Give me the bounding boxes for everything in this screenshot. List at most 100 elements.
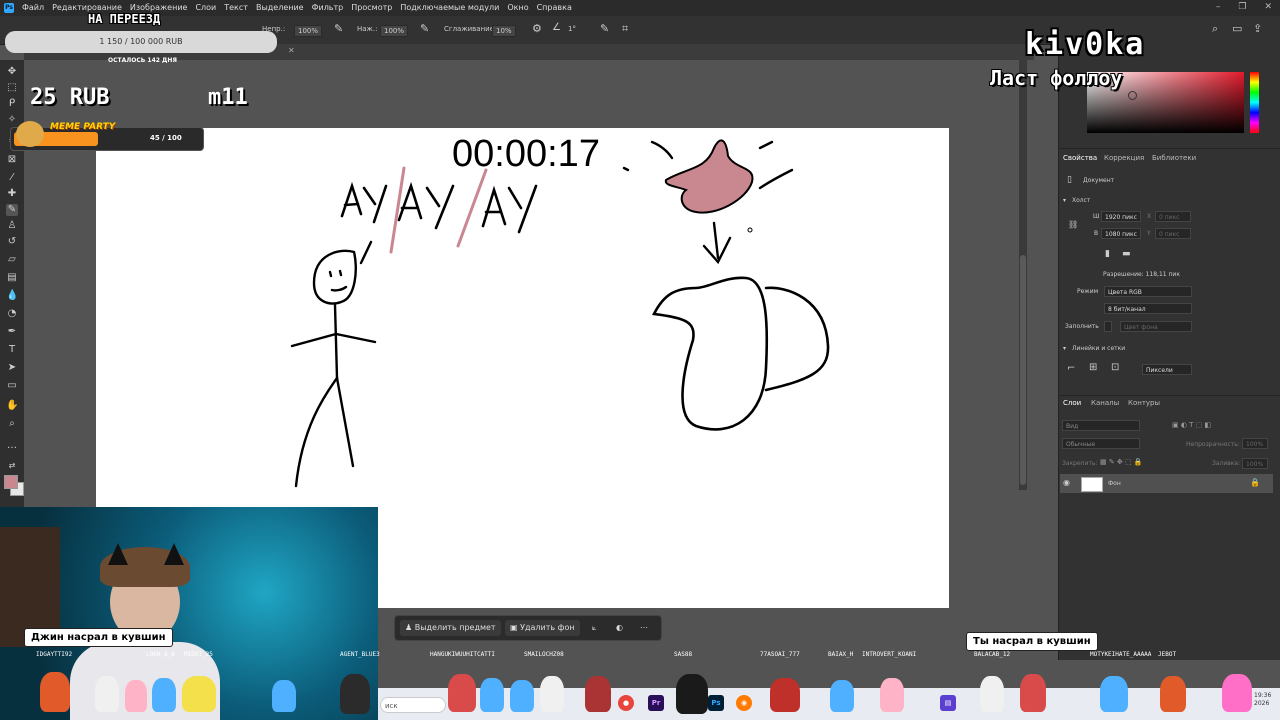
grid-icon[interactable]: ⊞: [1089, 362, 1097, 373]
pressure-opacity-icon[interactable]: ✎: [334, 22, 343, 35]
menu-edit[interactable]: Редактирование: [52, 3, 122, 12]
angle-input[interactable]: 1°: [568, 25, 576, 33]
gear-icon[interactable]: ⚙: [532, 22, 542, 35]
tab-channels[interactable]: Каналы: [1091, 399, 1119, 407]
link-icon[interactable]: ⛓: [1068, 220, 1078, 229]
airbrush-icon[interactable]: ✎: [420, 22, 429, 35]
more-options-icon[interactable]: ⋯: [635, 620, 653, 636]
menu-image[interactable]: Изображение: [130, 3, 188, 12]
hand-tool-icon[interactable]: ✋: [6, 400, 18, 412]
brush-tool-icon[interactable]: ✎: [6, 204, 18, 216]
fill-select[interactable]: Цвет фона: [1120, 321, 1192, 332]
symmetry-icon[interactable]: ⌗: [622, 22, 628, 36]
adjust-icon[interactable]: ◐: [611, 620, 628, 636]
mode-select[interactable]: Цвета RGB: [1104, 286, 1192, 297]
eyedropper-tool-icon[interactable]: ⁄: [6, 172, 18, 184]
close-icon[interactable]: ✕: [1264, 2, 1272, 12]
fill-color-swatch[interactable]: [1104, 321, 1112, 332]
marquee-tool-icon[interactable]: ⬚: [6, 82, 18, 94]
share-icon[interactable]: ⇪: [1253, 22, 1262, 35]
opacity-input[interactable]: 100%: [294, 25, 323, 37]
dodge-tool-icon[interactable]: ◔: [6, 308, 18, 320]
pressure-size-icon[interactable]: ✎: [600, 22, 609, 35]
browser-icon[interactable]: ◉: [736, 695, 752, 711]
menu-window[interactable]: Окно: [507, 3, 528, 12]
search-icon[interactable]: ⌕: [1212, 22, 1218, 36]
document-scrollbar-thumb[interactable]: [1020, 255, 1026, 485]
rectangle-tool-icon[interactable]: ▭: [6, 380, 18, 392]
menu-view[interactable]: Просмотр: [351, 3, 392, 12]
history-brush-tool-icon[interactable]: ↺: [6, 236, 18, 248]
tab-paths[interactable]: Контуры: [1128, 399, 1160, 407]
height-input[interactable]: 1080 пикс: [1101, 228, 1141, 239]
menu-filter[interactable]: Фильтр: [312, 3, 344, 12]
stamp-tool-icon[interactable]: ♙: [6, 220, 18, 232]
layer-fill-input[interactable]: 100%: [1242, 458, 1268, 469]
eraser-tool-icon[interactable]: ▱: [6, 254, 18, 266]
path-select-tool-icon[interactable]: ➤: [6, 362, 18, 374]
layer-filter-icons[interactable]: ▣ ◐ T ⬚ ◧: [1172, 421, 1211, 429]
remove-background-button[interactable]: ▣ Удалить фон: [505, 620, 580, 636]
minimize-icon[interactable]: –: [1216, 2, 1221, 12]
pressure-input[interactable]: 100%: [380, 25, 409, 37]
zoom-tool-icon[interactable]: ⌕: [6, 418, 18, 430]
lasso-tool-icon[interactable]: ᑭ: [6, 98, 18, 110]
move-tool-icon[interactable]: ✥: [6, 66, 18, 78]
menu-plugins[interactable]: Подключаемые модули: [400, 3, 499, 12]
menu-text[interactable]: Текст: [224, 3, 248, 12]
foreground-color-swatch[interactable]: [4, 475, 18, 489]
lock-icons[interactable]: ▦ ✎ ✥ ⬚ 🔒: [1100, 458, 1143, 466]
width-label: Ш: [1093, 213, 1100, 220]
rulers-section-toggle[interactable]: ▾: [1063, 345, 1066, 352]
landscape-icon[interactable]: ▬: [1122, 249, 1131, 259]
pen-tool-icon[interactable]: ✒: [6, 326, 18, 338]
tab-layers[interactable]: Слои: [1063, 399, 1081, 407]
menu-layers[interactable]: Слои: [195, 3, 216, 12]
select-subject-button[interactable]: ♟ Выделить предмет: [400, 620, 501, 636]
menu-help[interactable]: Справка: [537, 3, 572, 12]
canvas-section-toggle[interactable]: ▾: [1063, 197, 1066, 204]
x-label: X: [1147, 213, 1152, 220]
healing-tool-icon[interactable]: ✚: [6, 188, 18, 200]
ruler-icon[interactable]: ⌐: [1067, 363, 1075, 374]
eye-icon[interactable]: ◉: [1063, 478, 1070, 487]
tab-properties[interactable]: Свойства: [1063, 154, 1097, 162]
viewer-nick: HANGUKIWUUHITCATTI: [430, 651, 496, 658]
portrait-icon[interactable]: ▮: [1105, 249, 1110, 259]
more-tools-icon[interactable]: …: [6, 440, 18, 452]
photoshop-taskbar-icon[interactable]: Ps: [708, 695, 724, 711]
premiere-icon[interactable]: Pr: [648, 695, 664, 711]
viewer-nick: 77ASOAI_777: [760, 651, 800, 658]
layer-search-input[interactable]: Вид: [1062, 420, 1140, 431]
tab-adjustments[interactable]: Коррекция: [1104, 154, 1144, 162]
guides-icon[interactable]: ⊡: [1111, 362, 1119, 373]
blur-tool-icon[interactable]: 💧: [6, 290, 18, 302]
taskbar-search-input[interactable]: иск: [380, 697, 446, 713]
gradient-tool-icon[interactable]: ▤: [6, 272, 18, 284]
type-tool-icon[interactable]: T: [6, 344, 18, 356]
menu-file[interactable]: Файл: [22, 3, 44, 12]
layer-opacity-input[interactable]: 100%: [1242, 438, 1268, 449]
y-input[interactable]: 0 пикс: [1155, 228, 1191, 239]
smoothing-input[interactable]: 10%: [492, 25, 516, 37]
blend-mode-select[interactable]: Обычные: [1062, 438, 1140, 449]
transform-icon[interactable]: ⟀: [587, 620, 602, 636]
last-donation-amount: 25 RUB: [30, 85, 110, 110]
quick-select-tool-icon[interactable]: ✧: [6, 114, 18, 126]
depth-select[interactable]: 8 бит/канал: [1104, 303, 1192, 314]
width-input[interactable]: 1920 пикс: [1101, 211, 1141, 222]
units-select[interactable]: Пиксели: [1142, 364, 1192, 375]
color-picker-cursor[interactable]: [1128, 91, 1137, 100]
tab-close-icon[interactable]: ✕: [288, 46, 295, 55]
restore-icon[interactable]: ❐: [1238, 2, 1246, 12]
menu-select[interactable]: Выделение: [256, 3, 304, 12]
tab-libraries[interactable]: Библиотеки: [1152, 154, 1196, 162]
angle-icon: ∠: [552, 22, 561, 33]
hue-slider[interactable]: [1250, 72, 1259, 133]
chrome-icon[interactable]: ●: [618, 695, 634, 711]
swap-colors-icon[interactable]: ⇄: [6, 460, 18, 472]
x-input[interactable]: 0 пикс: [1155, 211, 1191, 222]
workspace-icon[interactable]: ▭: [1232, 22, 1242, 35]
app-icon[interactable]: ▤: [940, 695, 956, 711]
frame-tool-icon[interactable]: ⊠: [6, 154, 18, 166]
